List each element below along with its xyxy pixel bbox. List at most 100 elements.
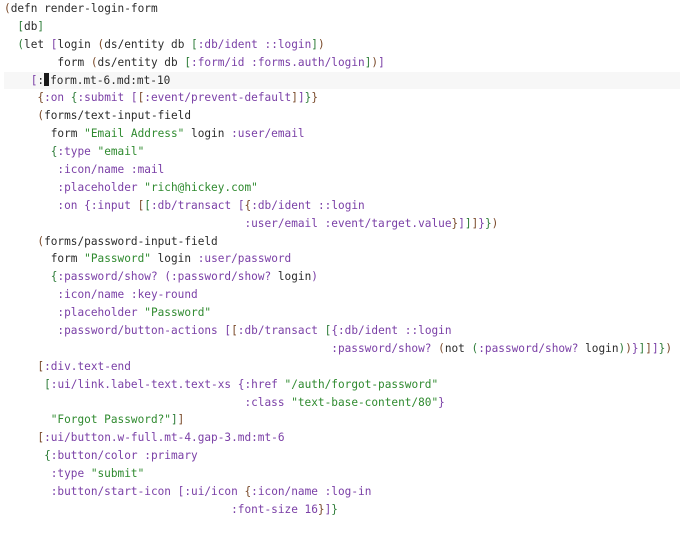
code-line[interactable]: [:ui/link.label-text.text-xs {:href "/au…: [4, 376, 680, 394]
code-token: }: [484, 216, 492, 230]
code-token: :db/ident ::login: [197, 37, 312, 51]
code-token: :: [37, 73, 45, 87]
code-line[interactable]: :icon/name :mail: [4, 161, 680, 179]
code-token: :placeholder: [4, 180, 145, 194]
code-token: "email": [97, 145, 145, 159]
code-token: [: [177, 485, 185, 499]
code-token: {: [4, 449, 51, 463]
code-token: :user/email :event/target.value: [4, 216, 452, 230]
code-token: {: [244, 485, 252, 499]
code-token: :button/color :primary: [50, 449, 198, 463]
code-line[interactable]: [:div.text-end: [4, 358, 680, 376]
code-line[interactable]: [: form.mt-6.md:mt-10: [4, 71, 680, 90]
code-token: "submit": [90, 467, 145, 481]
code-line[interactable]: :placeholder "rich@hickey.com": [4, 179, 680, 197]
code-line[interactable]: form "Email Address" login :user/email: [4, 125, 680, 143]
code-token: "rich@hickey.com": [144, 180, 258, 194]
code-token: :href: [244, 377, 285, 391]
code-line[interactable]: :on {:input [[:db/transact [{:db/ident :…: [4, 197, 680, 215]
code-token: {: [84, 198, 91, 212]
code-line[interactable]: :type "submit": [4, 465, 680, 483]
code-token: ds/entity db: [104, 37, 192, 51]
code-token: :db/transact: [237, 324, 325, 338]
code-token: "Forgot Password?": [4, 413, 171, 427]
code-editor[interactable]: (defn render-login-form [db] (let [login…: [0, 0, 680, 516]
code-token: :button/start-icon: [4, 485, 178, 499]
code-token: form.mt-6.md:mt-10: [50, 73, 171, 87]
code-line[interactable]: [:ui/button.w-full.mt-4.gap-3.md:mt-6: [4, 429, 680, 447]
code-token: [: [4, 19, 25, 33]
code-line[interactable]: form (ds/entity db [:form/id :forms.auth…: [4, 54, 680, 72]
code-token: ]: [645, 341, 652, 355]
code-token: [: [237, 198, 245, 212]
code-token: not: [444, 341, 472, 355]
code-token: [: [231, 324, 238, 338]
code-token: defn render-login-form: [10, 2, 158, 15]
text-cursor: [44, 72, 50, 86]
code-token: login: [57, 37, 98, 51]
code-token: [: [130, 91, 138, 105]
code-token: :user/email: [231, 127, 305, 141]
code-line[interactable]: :password/button-actions [[:db/transact …: [4, 322, 680, 340]
code-token: let: [24, 37, 51, 51]
code-token: ]: [170, 413, 178, 427]
code-token: (: [90, 55, 98, 69]
code-token: :type: [57, 145, 98, 159]
code-line[interactable]: :placeholder "Password": [4, 304, 680, 322]
code-token: ): [665, 341, 673, 355]
code-token: :font-size 16: [4, 502, 318, 516]
code-line[interactable]: (let [login (ds/entity db [:db/ident ::l…: [4, 36, 680, 54]
code-token: ): [491, 216, 499, 230]
code-line[interactable]: {:type "email": [4, 143, 680, 161]
code-line[interactable]: :user/email :event/target.value}]]]}}): [4, 215, 680, 233]
code-token: ): [625, 341, 632, 355]
code-token: ]: [458, 216, 465, 230]
code-token: ]: [324, 502, 332, 516]
code-line[interactable]: [db]: [4, 18, 680, 36]
code-token: "text-base-content/80": [291, 395, 439, 409]
code-line[interactable]: {:password/show? (:password/show? login): [4, 268, 680, 286]
code-token: :ui/button.w-full.mt-4.gap-3.md:mt-6: [44, 431, 285, 445]
code-line[interactable]: :font-size 16}]}: [4, 501, 680, 519]
code-line[interactable]: (forms/password-input-field: [4, 233, 680, 251]
code-token: :event/prevent-default: [144, 91, 292, 105]
code-token: }: [331, 502, 338, 516]
code-line[interactable]: :icon/name :key-round: [4, 286, 680, 304]
code-line[interactable]: (defn render-login-form: [4, 0, 680, 18]
code-line[interactable]: "Forgot Password?"]]: [4, 411, 680, 429]
code-line[interactable]: (forms/text-input-field: [4, 107, 680, 125]
code-token: :password/button-actions: [4, 324, 225, 338]
code-token: ]: [291, 91, 298, 105]
code-line[interactable]: {:on {:submit [[:event/prevent-default]]…: [4, 89, 680, 107]
code-token: forms/text-input-field: [44, 109, 192, 123]
code-line[interactable]: :class "text-base-content/80"}: [4, 394, 680, 412]
code-token: "/auth/forgot-password": [284, 377, 439, 391]
code-line[interactable]: :button/start-icon [:ui/icon {:icon/name…: [4, 483, 680, 501]
code-token: {: [4, 91, 45, 105]
code-token: [: [4, 73, 38, 87]
code-token: [: [144, 198, 151, 212]
code-token: :div.text-end: [44, 359, 131, 373]
code-line[interactable]: :password/show? (not (:password/show? lo…: [4, 340, 680, 358]
code-token: ]: [37, 19, 45, 33]
code-token: ]: [177, 413, 185, 427]
code-token: ): [317, 37, 325, 51]
code-token: login: [184, 127, 232, 141]
code-token: :icon/name :key-round: [4, 288, 198, 302]
code-token: }: [631, 341, 639, 355]
code-token: ]: [651, 341, 659, 355]
code-line[interactable]: {:button/color :primary: [4, 447, 680, 465]
code-token: (: [4, 234, 45, 248]
code-token: :password/show?: [478, 341, 586, 355]
code-token: :icon/name :log-in: [251, 485, 372, 499]
code-token: form: [4, 55, 91, 69]
code-token: login: [277, 270, 312, 284]
code-token: }: [317, 502, 325, 516]
code-line[interactable]: [4, 519, 680, 537]
code-token: ]: [297, 91, 305, 105]
code-token: (: [4, 2, 11, 15]
code-token: :icon/name :mail: [4, 163, 165, 177]
code-line[interactable]: form "Password" login :user/password: [4, 250, 680, 268]
code-token: ]: [464, 216, 472, 230]
code-token: :ui/icon: [184, 485, 245, 499]
